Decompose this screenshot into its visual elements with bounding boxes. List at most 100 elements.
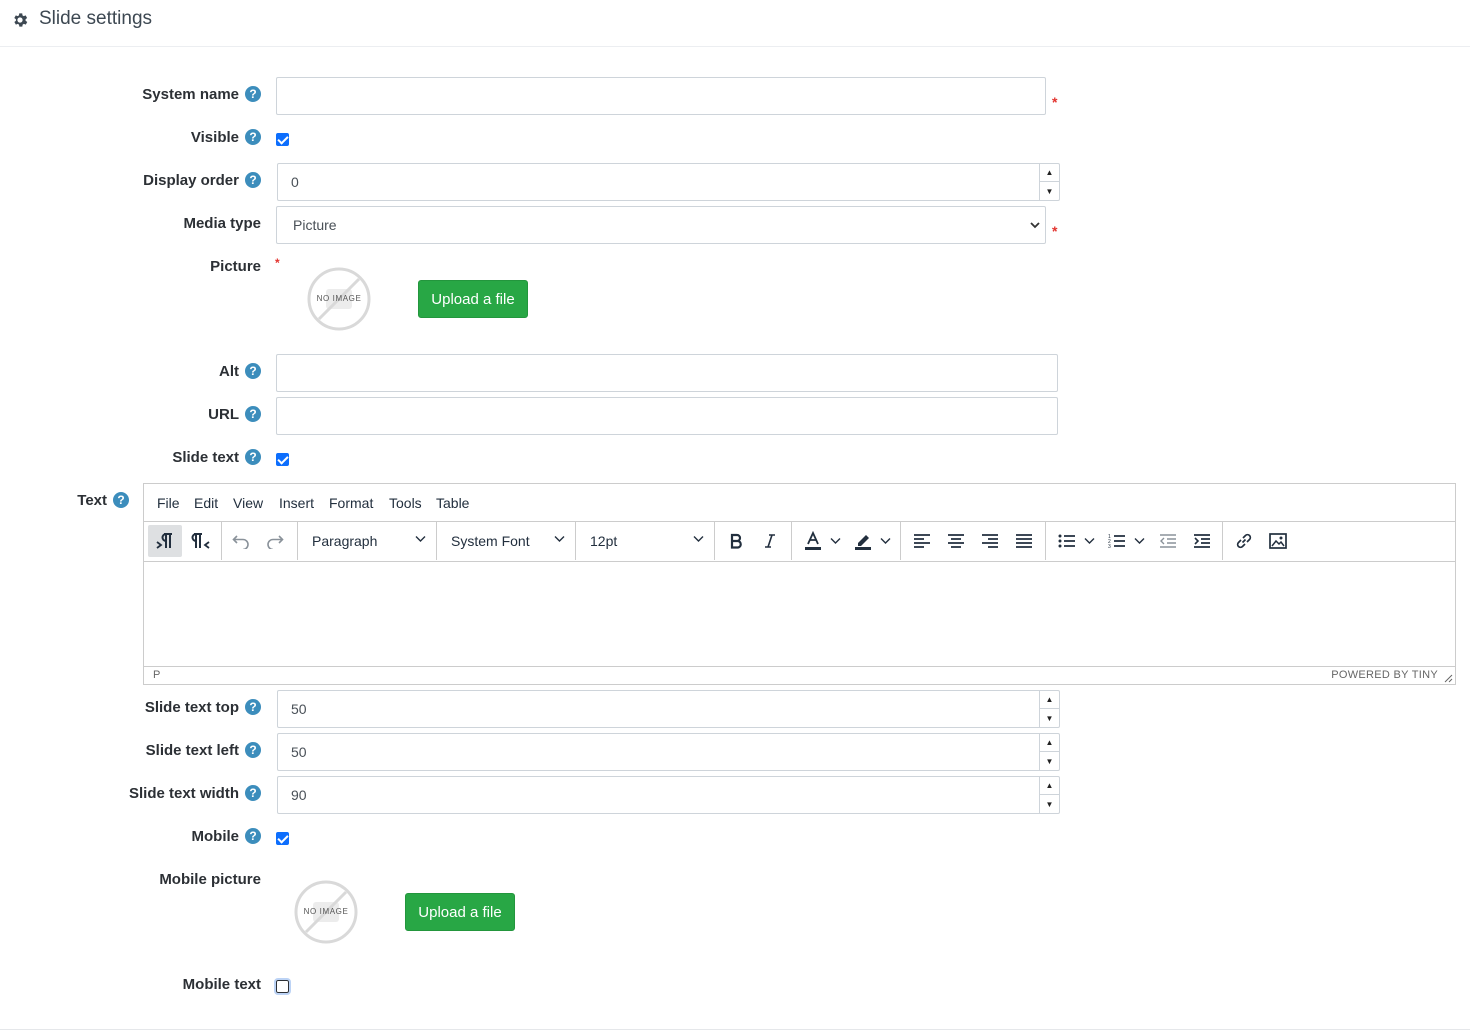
- spin-up-icon[interactable]: ▲: [1040, 734, 1059, 752]
- block-format-select[interactable]: Paragraph: [298, 522, 436, 560]
- help-icon[interactable]: ?: [245, 785, 261, 801]
- alt-label-row: Alt?: [0, 363, 261, 383]
- spin-up-icon[interactable]: ▲: [1040, 164, 1059, 182]
- redo-button[interactable]: [258, 525, 292, 557]
- mobile-checkbox[interactable]: [276, 832, 289, 845]
- image-icon: [1269, 533, 1287, 549]
- chevron-down-icon: [1134, 538, 1144, 544]
- undo-button[interactable]: [224, 525, 258, 557]
- slide-text-top-label: Slide text top?: [145, 699, 261, 716]
- highlight-color-button[interactable]: [848, 525, 878, 557]
- required-mark: *: [275, 256, 280, 270]
- mobile-text-label: Mobile text: [182, 976, 261, 993]
- highlight-color-dropdown[interactable]: [878, 525, 892, 557]
- chevron-down-icon: [1030, 222, 1040, 229]
- indent-icon: [1194, 534, 1210, 548]
- bullet-list-dropdown[interactable]: [1082, 525, 1096, 557]
- spin-up-icon[interactable]: ▲: [1040, 777, 1059, 795]
- menu-file[interactable]: File: [157, 495, 180, 511]
- bullet-list-button[interactable]: [1052, 525, 1082, 557]
- spin-down-icon[interactable]: ▼: [1040, 752, 1059, 770]
- spin-down-icon[interactable]: ▼: [1040, 709, 1059, 727]
- help-icon[interactable]: ?: [245, 449, 261, 465]
- help-icon[interactable]: ?: [245, 742, 261, 758]
- insert-image-button[interactable]: [1262, 525, 1294, 557]
- align-center-icon: [948, 534, 964, 548]
- menu-tools[interactable]: Tools: [389, 495, 422, 511]
- media-type-select[interactable]: Picture: [276, 206, 1046, 244]
- outdent-icon: [1160, 534, 1176, 548]
- help-icon[interactable]: ?: [245, 406, 261, 422]
- text-color-dropdown[interactable]: [828, 525, 842, 557]
- required-mark: *: [1052, 223, 1058, 239]
- slide-text-width-input[interactable]: 90 ▲ ▼: [277, 776, 1060, 814]
- display-order-spinner[interactable]: ▲ ▼: [1039, 164, 1059, 200]
- help-icon[interactable]: ?: [245, 363, 261, 379]
- help-icon[interactable]: ?: [245, 86, 261, 102]
- ltr-button[interactable]: [148, 525, 182, 557]
- editor-content-area[interactable]: [144, 562, 1455, 666]
- align-left-button[interactable]: [906, 525, 938, 557]
- menu-edit[interactable]: Edit: [194, 495, 218, 511]
- slide-text-checkbox[interactable]: [276, 453, 289, 466]
- slide-text-label-row: Slide text?: [0, 449, 261, 469]
- help-icon[interactable]: ?: [245, 129, 261, 145]
- help-icon[interactable]: ?: [245, 699, 261, 715]
- numbered-list-dropdown[interactable]: [1132, 525, 1146, 557]
- mobile-text-checkbox[interactable]: [274, 978, 291, 995]
- menu-format[interactable]: Format: [329, 495, 373, 511]
- align-center-button[interactable]: [940, 525, 972, 557]
- rich-text-editor: File Edit View Insert Format Tools Table…: [143, 483, 1456, 685]
- display-order-label: Display order?: [143, 172, 261, 189]
- insert-link-button[interactable]: [1228, 525, 1260, 557]
- slide-text-top-spinner[interactable]: ▲ ▼: [1039, 691, 1059, 727]
- alt-input[interactable]: [276, 354, 1058, 392]
- element-path[interactable]: P: [153, 669, 160, 681]
- powered-by-link[interactable]: POWERED BY TINY: [1331, 669, 1438, 681]
- mobile-text-label-row: Mobile text: [0, 976, 261, 996]
- rtl-button[interactable]: [184, 525, 218, 557]
- font-size-select[interactable]: 12pt: [576, 522, 714, 560]
- help-icon[interactable]: ?: [245, 828, 261, 844]
- align-right-button[interactable]: [974, 525, 1006, 557]
- numbered-list-button[interactable]: 123: [1102, 525, 1132, 557]
- slide-text-width-label: Slide text width?: [129, 785, 261, 802]
- system-name-label: System name?: [142, 86, 261, 103]
- chevron-down-icon: [554, 536, 565, 542]
- slide-text-label: Slide text?: [172, 449, 261, 466]
- resize-handle-icon[interactable]: [1444, 674, 1453, 683]
- menu-table[interactable]: Table: [436, 495, 469, 511]
- upload-picture-button[interactable]: Upload a file: [418, 280, 528, 318]
- spin-down-icon[interactable]: ▼: [1040, 795, 1059, 813]
- chevron-down-icon: [880, 538, 890, 544]
- spin-up-icon[interactable]: ▲: [1040, 691, 1059, 709]
- url-input[interactable]: [276, 397, 1058, 435]
- slide-text-left-input[interactable]: 50 ▲ ▼: [277, 733, 1060, 771]
- align-justify-button[interactable]: [1008, 525, 1040, 557]
- visible-checkbox[interactable]: [276, 133, 289, 146]
- slide-text-top-input[interactable]: 50 ▲ ▼: [277, 690, 1060, 728]
- slide-text-left-spinner[interactable]: ▲ ▼: [1039, 734, 1059, 770]
- rtl-icon: [191, 533, 210, 549]
- indent-button[interactable]: [1186, 525, 1218, 557]
- link-icon: [1236, 533, 1252, 549]
- font-family-select[interactable]: System Font: [437, 522, 575, 560]
- slide-text-width-spinner[interactable]: ▲ ▼: [1039, 777, 1059, 813]
- italic-button[interactable]: [754, 525, 786, 557]
- menu-insert[interactable]: Insert: [279, 495, 314, 511]
- outdent-button[interactable]: [1152, 525, 1184, 557]
- no-image-placeholder: NO IMAGE: [294, 880, 358, 944]
- display-order-input[interactable]: 0 ▲ ▼: [277, 163, 1060, 201]
- help-icon[interactable]: ?: [245, 172, 261, 188]
- mobile-picture-label-row: Mobile picture: [0, 871, 261, 891]
- text-color-button[interactable]: [798, 525, 828, 557]
- toolbar-separator: [1045, 522, 1046, 560]
- menu-view[interactable]: View: [233, 495, 263, 511]
- system-name-input[interactable]: [276, 77, 1046, 115]
- bold-button[interactable]: [720, 525, 752, 557]
- mobile-label-row: Mobile?: [0, 828, 261, 848]
- align-justify-icon: [1016, 534, 1032, 548]
- spin-down-icon[interactable]: ▼: [1040, 182, 1059, 200]
- help-icon[interactable]: ?: [113, 492, 129, 508]
- upload-mobile-picture-button[interactable]: Upload a file: [405, 893, 515, 931]
